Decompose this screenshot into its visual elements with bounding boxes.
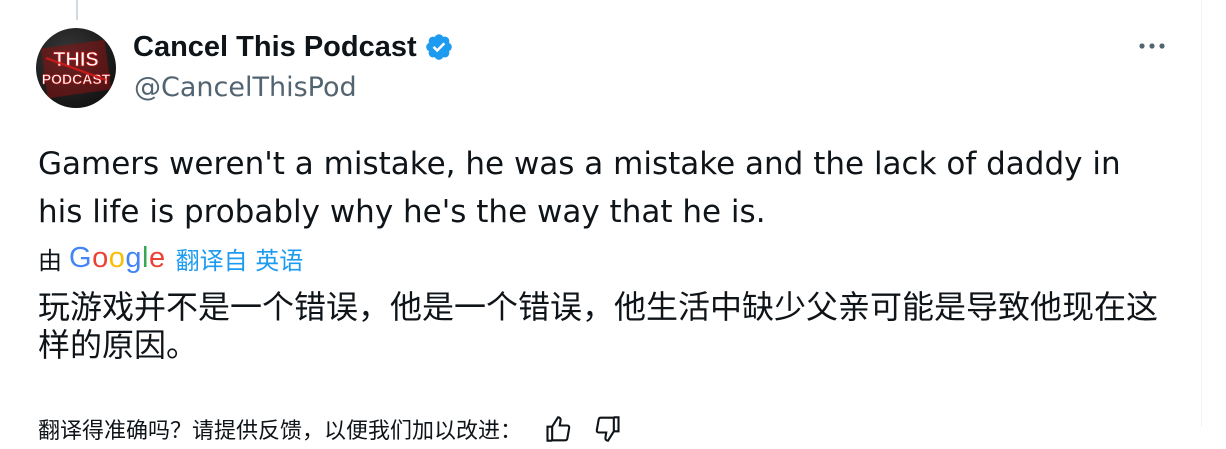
- avatar-logo: THIS PODCAST: [40, 39, 112, 99]
- translated-by-label: 由: [38, 246, 62, 275]
- display-name[interactable]: Cancel This Podcast: [133, 31, 417, 64]
- author-handle[interactable]: @CancelThisPod: [134, 72, 357, 103]
- google-logo: Google: [69, 242, 166, 275]
- feedback-prompt: 翻译得准确吗？请提供反馈，以便我们加以改进：: [38, 419, 523, 444]
- google-letter: o: [108, 241, 126, 274]
- google-letter: l: [141, 241, 149, 274]
- tweet-card: THIS PODCAST Cancel This Podcast @Cancel…: [0, 0, 1202, 444]
- thumbs-down-icon[interactable]: [594, 415, 622, 443]
- tweet-text: Gamers weren't a mistake, he was a mista…: [38, 146, 1121, 230]
- translation-feedback: 翻译得准确吗？请提供反馈，以便我们加以改进：: [38, 414, 622, 444]
- more-options-icon[interactable]: [1134, 28, 1170, 64]
- google-letter: o: [92, 241, 109, 274]
- translation-source-link[interactable]: 翻译自 英语: [176, 241, 304, 276]
- translation-attribution: 由 Google 翻译自 英语: [38, 240, 303, 276]
- google-letter: G: [69, 241, 93, 274]
- thread-connector-line: [76, 0, 78, 20]
- author-name-row: Cancel This Podcast: [133, 30, 454, 64]
- thumbs-up-icon[interactable]: [544, 415, 572, 443]
- avatar[interactable]: THIS PODCAST: [36, 28, 116, 108]
- translated-text: 玩游戏并不是一个错误，他是一个错误，他生活中缺少父亲可能是导致他现在这样的原因。: [38, 288, 1159, 364]
- verified-badge-icon[interactable]: [424, 32, 454, 62]
- google-letter: g: [125, 241, 142, 274]
- google-letter: e: [148, 241, 166, 274]
